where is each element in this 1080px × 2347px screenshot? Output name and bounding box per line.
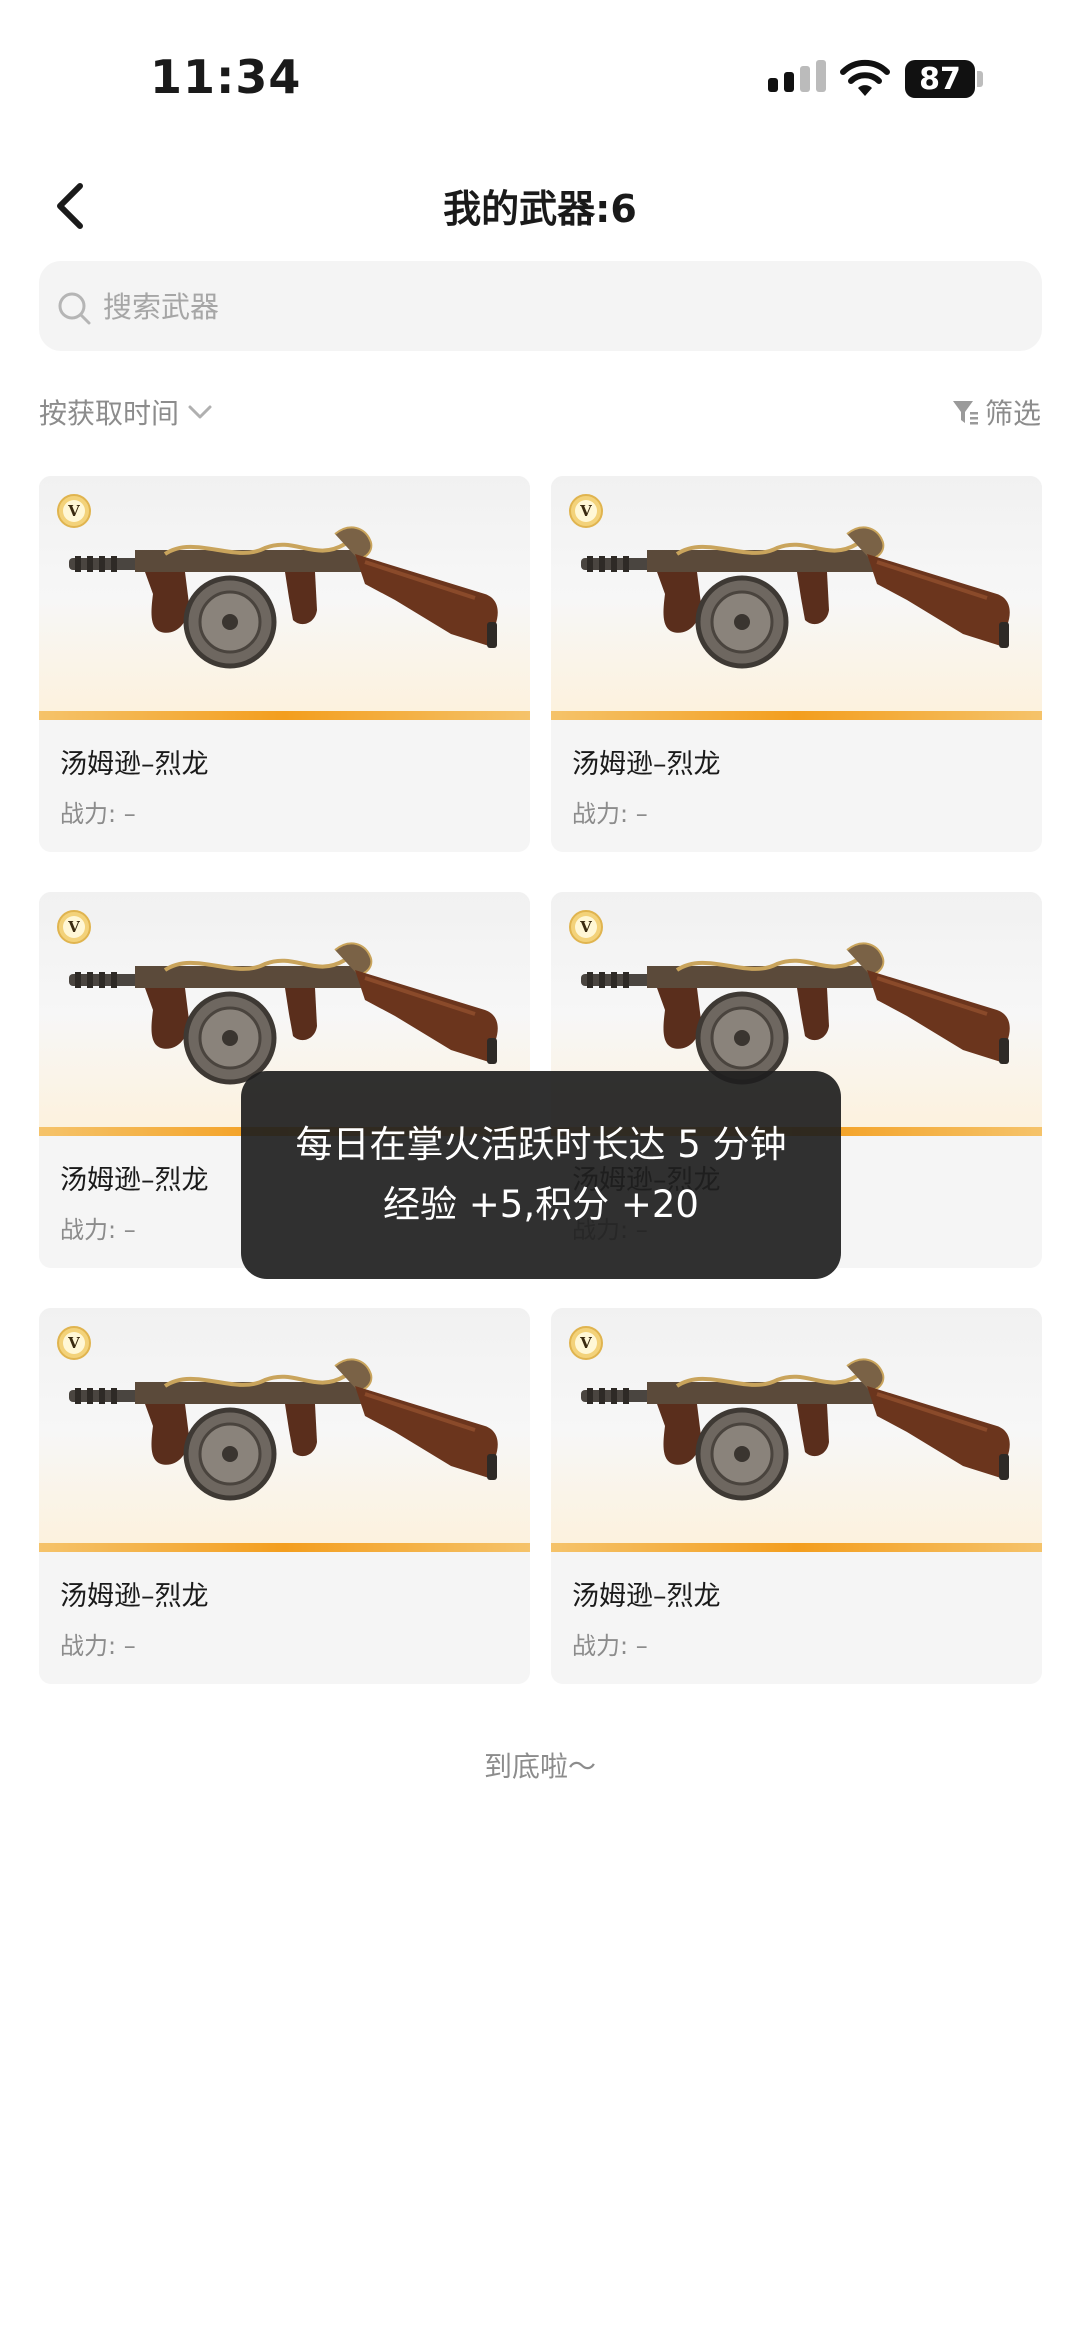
weapon-power: 战力: – [572,1632,648,1660]
battery-tip [977,71,983,87]
page-title: 我的武器:6 [443,187,637,231]
battery-icon: 87 [905,60,975,98]
tommy-gun-image [69,526,498,669]
weapon-name: 汤姆逊–烈龙 [60,1581,209,1612]
weapon-power: 战力: – [60,1632,136,1660]
tommy-gun-image [581,526,1010,669]
weapon-card[interactable]: V [39,476,530,852]
weapon-power: 战力: – [60,1216,136,1244]
toast-line-2: 经验 +5,积分 +20 [383,1183,699,1226]
weapon-image: V [551,476,1042,720]
sort-dropdown[interactable]: 按获取时间 [39,392,213,432]
weapon-image: V [551,1308,1042,1552]
weapon-card[interactable]: V [551,1308,1042,1684]
battery-level: 87 [919,61,961,97]
rarity-bar [39,711,530,720]
weapon-power: 战力: – [60,800,136,828]
tommy-gun-image [69,1358,498,1501]
wifi-icon [840,59,890,96]
filter-button[interactable]: 筛选 [951,392,1041,432]
filter-label: 筛选 [984,397,1041,430]
search-bar[interactable] [39,261,1042,351]
rarity-bar [551,1543,1042,1552]
sort-label: 按获取时间 [39,397,180,430]
toast-message: 每日在掌火活跃时长达 5 分钟 经验 +5,积分 +20 [241,1071,841,1279]
status-time: 11:34 [150,50,302,104]
cellular-signal-icon [768,60,826,92]
weapon-image: V [39,476,530,720]
end-of-list-text: 到底啦～ [483,1750,596,1783]
weapon-name: 汤姆逊–烈龙 [572,1581,721,1612]
search-input[interactable] [101,275,1005,339]
rarity-bar [39,1543,530,1552]
search-icon [58,292,91,325]
tommy-gun-image [581,1358,1010,1501]
status-bar: 11:34 87 [0,0,1080,150]
weapon-name: 汤姆逊–烈龙 [572,749,721,780]
weapon-name: 汤姆逊–烈龙 [60,1165,209,1196]
chevron-down-icon [188,405,212,419]
weapon-image: V [39,1308,530,1552]
filter-icon [952,401,978,425]
weapon-card[interactable]: V [39,1308,530,1684]
toast-line-1: 每日在掌火活跃时长达 5 分钟 [295,1123,787,1166]
weapon-power: 战力: – [572,800,648,828]
weapon-card[interactable]: V [551,476,1042,852]
weapon-name: 汤姆逊–烈龙 [60,749,209,780]
rarity-bar [551,711,1042,720]
